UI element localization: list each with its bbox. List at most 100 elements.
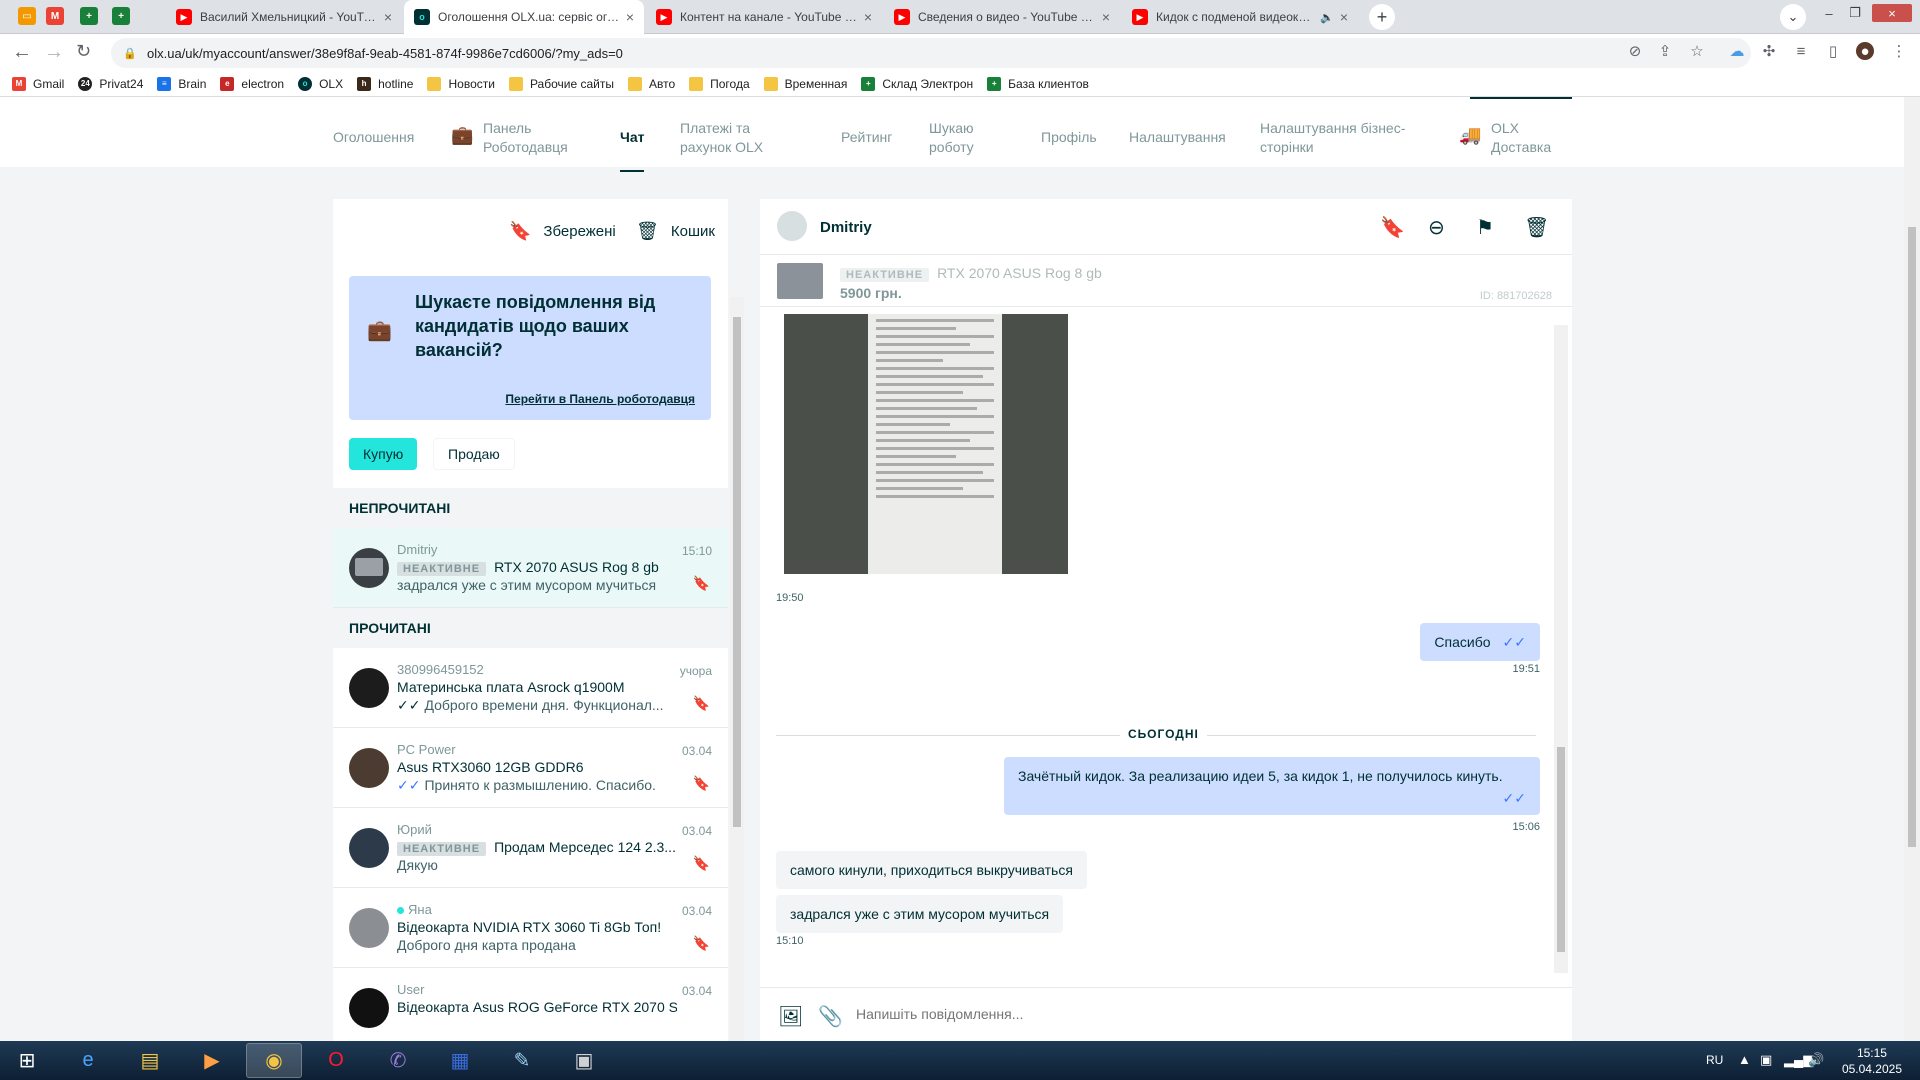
conversation-item[interactable]: Dmitriy НЕАКТИВНЕ RTX 2070 ASUS Rog 8 gb …: [333, 528, 728, 608]
file-explorer-icon[interactable]: ▤: [122, 1043, 178, 1078]
media-player-icon[interactable]: ▶: [184, 1043, 240, 1078]
nav-payments[interactable]: Платежі та рахунок OLX: [680, 119, 763, 157]
share-icon[interactable]: ⇪: [1656, 42, 1674, 60]
bookmark-icon[interactable]: 🔖: [693, 695, 710, 712]
bookmark-icon[interactable]: 🔖: [693, 775, 710, 792]
opera-icon[interactable]: O: [308, 1043, 364, 1078]
tab-search-icon[interactable]: ⌄: [1780, 4, 1806, 30]
chat-scrollbar[interactable]: [1554, 325, 1568, 973]
bookmark-icon[interactable]: 🔖: [1380, 215, 1405, 240]
restore-icon[interactable]: ❐: [1844, 4, 1866, 22]
conversation-item[interactable]: User Відеокарта Asus ROG GeForce RTX 207…: [333, 968, 728, 1041]
ad-summary[interactable]: НЕАКТИВНЕ RTX 2070 ASUS Rog 8 gb 5900 грн…: [760, 255, 1572, 307]
bookmark-gmail[interactable]: M Gmail: [12, 76, 64, 91]
pinned-tab-sheets-icon[interactable]: +: [112, 7, 130, 25]
nav-chat[interactable]: Чат: [620, 128, 645, 172]
close-icon[interactable]: ×: [1102, 9, 1110, 25]
browser-tab[interactable]: ▶ Василий Хмельницкий - YouTube ×: [166, 0, 402, 34]
browser-tab-active[interactable]: o Оголошення OLX.ua: сервіс оголошень ×: [404, 0, 644, 34]
network-adapter-icon[interactable]: ▣: [1760, 1052, 1772, 1068]
eye-off-icon[interactable]: ⊘: [1626, 42, 1644, 60]
nav-ads[interactable]: Оголошення: [333, 128, 414, 147]
address-bar[interactable]: 🔒 olx.ua/uk/myaccount/answer/38e9f8af-9e…: [111, 38, 1751, 68]
bookmark-olx[interactable]: o OLX: [298, 76, 343, 91]
attach-icon[interactable]: 📎: [818, 1004, 843, 1029]
scrollbar-thumb[interactable]: [733, 317, 741, 827]
pinned-tab-slides-icon[interactable]: ▭: [18, 7, 36, 25]
block-icon[interactable]: ⊖: [1428, 215, 1445, 240]
bookmark-folder-weather[interactable]: Погода: [689, 76, 750, 91]
nav-job-search[interactable]: Шукаю роботу: [929, 119, 974, 157]
start-button[interactable]: ⊞: [2, 1043, 52, 1078]
system-clock[interactable]: 15:15 05.04.2025: [1842, 1045, 1902, 1077]
paint-icon[interactable]: ✎: [494, 1043, 550, 1078]
reload-icon[interactable]: ↻: [76, 41, 91, 62]
conversation-item[interactable]: 380996459152 Материнська плата Asrock q1…: [333, 648, 728, 728]
bookmark-hotline[interactable]: h hotline: [357, 76, 413, 91]
calculator-icon[interactable]: ▣: [556, 1043, 612, 1078]
close-icon[interactable]: ×: [1340, 9, 1348, 25]
close-icon[interactable]: ×: [626, 9, 634, 25]
message-input[interactable]: [856, 1002, 1456, 1026]
employer-panel-link[interactable]: Перейти в Панель роботодавця: [505, 392, 695, 406]
pinned-tab-gmail-icon[interactable]: M: [46, 7, 64, 25]
nav-rating[interactable]: Рейтинг: [841, 128, 892, 147]
conversation-item[interactable]: PC Power Asus RTX3060 12GB GDDR6 ✓✓ Приня…: [333, 728, 728, 808]
cloud-extension-icon[interactable]: ☁: [1728, 42, 1746, 60]
flag-icon[interactable]: ⚑: [1476, 215, 1494, 240]
sell-tab[interactable]: Продаю: [433, 438, 515, 470]
bookmark-clients[interactable]: + База клиентов: [987, 76, 1089, 91]
buy-tab[interactable]: Купую: [349, 438, 418, 470]
bookmark-icon[interactable]: 🔖: [693, 575, 710, 592]
close-icon[interactable]: ×: [864, 9, 872, 25]
bookmark-folder-auto[interactable]: Авто: [627, 76, 675, 91]
browser-tab[interactable]: ▶ Контент на канале - YouTube Studio ×: [646, 0, 882, 34]
speaker-icon[interactable]: 🔈: [1320, 11, 1334, 24]
list-scrollbar[interactable]: [730, 297, 744, 1041]
bookmark-privat24[interactable]: 24 Privat24: [78, 76, 143, 91]
side-panel-icon[interactable]: ▯: [1824, 42, 1842, 60]
nav-employer-panel[interactable]: Панель Роботодавця: [483, 119, 568, 157]
volume-icon[interactable]: 🔊: [1808, 1052, 1824, 1068]
trash-icon[interactable]: 🗑: [1524, 215, 1549, 240]
conversation-item[interactable]: Яна Відеокарта NVIDIA RTX 3060 Ti 8Gb То…: [333, 888, 728, 968]
bookmark-icon[interactable]: 🔖: [693, 935, 710, 952]
browser-tab[interactable]: ▶ Сведения о видео - YouTube Studio ×: [884, 0, 1120, 34]
new-tab-button[interactable]: +: [1369, 4, 1395, 30]
bookmark-folder-temp[interactable]: Временная: [763, 76, 847, 91]
back-icon[interactable]: ←: [12, 41, 32, 64]
trash-button[interactable]: 🗑 Кошик: [636, 221, 715, 242]
close-window-icon[interactable]: ×: [1872, 4, 1912, 22]
chrome-icon[interactable]: ◉: [246, 1043, 302, 1078]
browser-tab[interactable]: ▶ Кидок с подменой видеокарты 🔈 ×: [1122, 0, 1358, 34]
bookmark-folder-work-sites[interactable]: Рабочие сайты: [508, 76, 614, 91]
bookmark-brain[interactable]: ≡ Brain: [157, 76, 206, 91]
nav-profile[interactable]: Профіль: [1041, 128, 1097, 147]
bookmark-folder-news[interactable]: Новости: [427, 76, 495, 91]
spreadsheet-app-icon[interactable]: ▦: [432, 1043, 488, 1078]
viber-icon[interactable]: ✆: [370, 1043, 426, 1078]
page-scrollbar[interactable]: [1904, 97, 1920, 1041]
extensions-puzzle-icon[interactable]: ✣: [1760, 42, 1778, 60]
bookmark-star-icon[interactable]: ☆: [1688, 42, 1706, 60]
internet-explorer-icon[interactable]: e: [60, 1043, 116, 1078]
saved-button[interactable]: 🔖 Збережені: [509, 221, 616, 242]
message-photo[interactable]: [784, 314, 1068, 574]
profile-avatar[interactable]: ●: [1856, 42, 1874, 60]
bookmark-electron[interactable]: e electron: [220, 76, 284, 91]
forward-icon[interactable]: →: [44, 41, 64, 64]
minimize-icon[interactable]: –: [1818, 4, 1840, 22]
nav-olx-delivery[interactable]: OLX Доставка: [1491, 119, 1551, 157]
scrollbar-thumb[interactable]: [1908, 227, 1916, 847]
tray-expand-icon[interactable]: ▲: [1738, 1052, 1751, 1067]
nav-settings[interactable]: Налаштування: [1129, 128, 1226, 147]
conversation-item[interactable]: Юрий НЕАКТИВНЕ Продам Мерседес 124 2.3...…: [333, 808, 728, 888]
pinned-tab-sheets-icon[interactable]: +: [80, 7, 98, 25]
nav-business-settings[interactable]: Налаштування бізнес-сторінки: [1260, 119, 1405, 157]
bookmark-icon[interactable]: 🔖: [693, 855, 710, 872]
image-upload-icon[interactable]: 🖼: [778, 1004, 803, 1029]
language-indicator[interactable]: RU: [1706, 1053, 1723, 1067]
close-icon[interactable]: ×: [384, 9, 392, 25]
menu-dots-icon[interactable]: ⋮: [1890, 42, 1908, 60]
reading-list-icon[interactable]: ≡: [1792, 42, 1810, 60]
